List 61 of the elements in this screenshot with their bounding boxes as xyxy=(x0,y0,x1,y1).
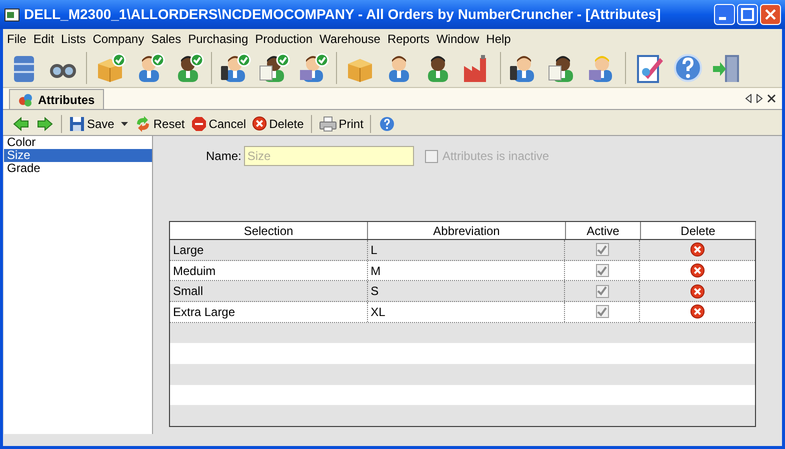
menu-item[interactable]: Purchasing xyxy=(188,30,248,48)
maximize-icon[interactable] xyxy=(737,4,758,25)
menu-item[interactable]: Sales xyxy=(151,30,182,48)
delete-icon xyxy=(690,242,706,258)
table-cell: Extra Large xyxy=(170,302,368,322)
list-item[interactable]: Color xyxy=(4,136,152,149)
print-button[interactable]: Print xyxy=(318,114,364,134)
list-item[interactable]: Size xyxy=(4,149,152,162)
help-icon[interactable] xyxy=(379,116,396,132)
scroll-person-check-icon[interactable] xyxy=(258,52,290,84)
column-header[interactable]: Abbreviation xyxy=(368,222,566,239)
table-cell: Small xyxy=(170,281,368,302)
menu-item[interactable]: File xyxy=(7,30,26,48)
checkbox[interactable] xyxy=(596,264,609,278)
save-button[interactable]: Save xyxy=(68,114,130,134)
checkbox[interactable] xyxy=(596,305,609,318)
phone-person-check-icon[interactable] xyxy=(219,52,251,84)
tab[interactable]: Attributes xyxy=(9,89,104,109)
reset-arrows-icon xyxy=(135,116,152,132)
caret-icon xyxy=(120,120,130,126)
column-header[interactable]: Delete xyxy=(641,222,756,239)
menu-item[interactable]: Reports xyxy=(387,30,430,48)
table-cell: L xyxy=(368,240,566,260)
stop-sign-icon xyxy=(190,116,207,132)
close-icon[interactable] xyxy=(767,94,776,103)
delete-icon xyxy=(252,116,268,131)
printer-icon xyxy=(318,116,337,132)
table-cell: Large xyxy=(170,240,368,260)
column-header[interactable]: Selection xyxy=(170,222,368,239)
back-arrow-icon[interactable] xyxy=(13,116,29,132)
window-title: DELL_M2300_1\ALLORDERS\NCDEMOCOMPANY - All Orders by NumberCruncher - [Attributes] xyxy=(24,5,661,24)
table-cell: M xyxy=(368,260,566,280)
table-cell: S xyxy=(368,281,566,302)
checkbox[interactable] xyxy=(596,243,609,256)
basket-person-check-icon[interactable] xyxy=(297,52,329,84)
menu-item[interactable]: Help xyxy=(486,30,511,48)
spheres-icon xyxy=(18,92,34,106)
scroll-left-icon[interactable] xyxy=(745,94,752,103)
menu-item[interactable]: Warehouse xyxy=(320,30,380,48)
menu-item[interactable]: Edit xyxy=(33,30,54,48)
column-header[interactable]: Active xyxy=(566,222,641,239)
minimize-icon[interactable] xyxy=(714,4,735,25)
app-icon xyxy=(4,6,20,22)
reset-button[interactable]: Reset xyxy=(134,114,186,134)
scroll-right-icon[interactable] xyxy=(756,94,763,103)
checkbox-label: Attributes is inactive xyxy=(442,148,550,165)
list-item[interactable]: Grade xyxy=(4,162,152,175)
help-icon[interactable] xyxy=(672,52,704,84)
menu-item[interactable]: Lists xyxy=(61,30,86,48)
forward-arrow-icon[interactable] xyxy=(37,116,53,132)
name-label: Name: xyxy=(206,148,242,165)
menu-item[interactable]: Window xyxy=(436,30,480,48)
checkbox[interactable] xyxy=(596,284,609,298)
table-cell: Meduim xyxy=(170,260,368,280)
table-cell: XL xyxy=(368,302,566,322)
delete-icon xyxy=(690,284,706,299)
menu-item[interactable]: Production xyxy=(255,30,313,48)
menu-item[interactable]: Company xyxy=(92,30,144,48)
delete-icon xyxy=(690,263,706,278)
delete-button[interactable]: Delete xyxy=(251,114,305,134)
cancel-button[interactable]: Cancel xyxy=(190,114,248,134)
